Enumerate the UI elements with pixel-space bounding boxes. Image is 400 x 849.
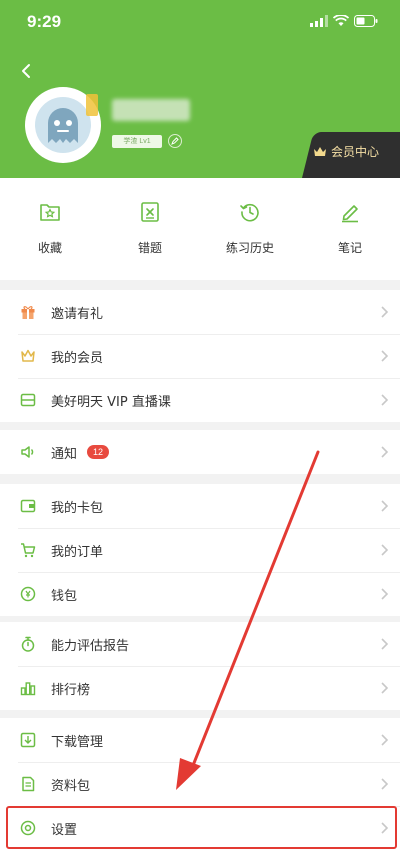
bar-chart-icon [20,680,36,696]
shortcut-label: 笔记 [337,241,362,255]
chevron-right-icon [381,588,389,600]
level-badge: 学渣 Lv1 [112,135,162,148]
chevron-right-icon [381,822,389,834]
menu-item-notifications[interactable]: 通知 12 [0,430,400,474]
chevron-right-icon [381,734,389,746]
signal-icon [310,15,328,27]
chevron-right-icon [381,544,389,556]
crown-icon [314,146,326,156]
shortcut-wrong-questions[interactable]: 错题 [100,178,200,280]
menu-item-label: 我的会员 [51,350,104,366]
wallet-coin-icon [20,586,36,602]
menu-item-settings[interactable]: 设置 [0,806,400,849]
shortcut-notes[interactable]: 笔记 [300,178,400,280]
menu-item-download-manager[interactable]: 下载管理 [0,718,400,762]
download-icon [20,732,36,748]
menu-item-label: 排行榜 [51,682,91,698]
notification-count-badge: 12 [87,445,110,459]
status-time: 9:29 [27,12,62,31]
menu-group-downloads: 下载管理 资料包 设置 [0,718,400,849]
star-folder-icon [37,199,63,225]
menu-group-payments: 我的卡包 我的订单 钱包 [0,484,400,616]
profile-header: 9:29 学渣 Lv1 会员中心 [0,0,400,178]
chevron-right-icon [381,682,389,694]
live-class-icon [20,392,36,408]
history-icon [237,199,263,225]
menu-item-wallet[interactable]: 钱包 [0,572,400,616]
menu-item-label: 下载管理 [51,734,104,750]
chevron-left-icon [22,64,30,78]
chevron-right-icon [381,778,389,790]
chevron-right-icon [381,350,389,362]
card-wallet-icon [20,498,36,514]
menu-item-label: 能力评估报告 [51,638,130,654]
status-icons [310,14,378,28]
chevron-right-icon [381,638,389,650]
edit-profile-icon[interactable] [168,134,182,148]
shortcut-favorites[interactable]: 收藏 [0,178,100,280]
menu-item-label: 通知 [51,446,78,462]
crown-icon [20,348,36,364]
shortcut-bar: 收藏 错题 练习历史 笔记 [0,178,400,280]
menu-group-ability: 能力评估报告 排行榜 [0,622,400,710]
username-blurred [112,99,190,121]
wrong-question-icon [137,199,163,225]
shortcut-label: 错题 [137,241,162,255]
menu-group-notifications: 通知 12 [0,430,400,474]
menu-item-label: 我的订单 [51,544,104,560]
menu-item-ability-report[interactable]: 能力评估报告 [0,622,400,666]
settings-icon [20,820,36,836]
chevron-right-icon [381,394,389,406]
menu-item-materials-pack[interactable]: 资料包 [0,762,400,806]
avatar-decoration [86,94,98,116]
shortcut-label: 收藏 [37,241,62,255]
pen-icon [337,199,363,225]
menu-item-vip-live-class[interactable]: 美好明天 VIP 直播课 [0,378,400,422]
menu-item-label: 美好明天 VIP 直播课 [51,394,171,410]
shortcut-label: 练习历史 [225,241,274,255]
cart-icon [20,542,36,558]
menu-item-label: 钱包 [51,588,78,604]
speaker-icon [20,444,36,460]
stopwatch-icon [20,636,36,652]
chevron-right-icon [381,500,389,512]
document-pack-icon [20,776,36,792]
chevron-right-icon [381,446,389,458]
menu-item-my-membership[interactable]: 我的会员 [0,334,400,378]
chevron-right-icon [381,306,389,318]
vip-center-button[interactable]: 会员中心 [313,143,379,160]
menu-item-my-orders[interactable]: 我的订单 [0,528,400,572]
menu-group-promotions: 邀请有礼 我的会员 美好明天 VIP 直播课 [0,290,400,422]
vip-center-label: 会员中心 [331,145,380,159]
wifi-icon [333,15,349,26]
menu-item-label: 设置 [51,822,78,838]
menu-item-label: 邀请有礼 [51,306,104,322]
battery-icon [354,15,378,27]
menu-item-card-wallet[interactable]: 我的卡包 [0,484,400,528]
menu-item-label: 资料包 [51,778,91,794]
back-button[interactable] [14,58,38,84]
gift-icon [20,304,36,320]
menu-item-invite-gift[interactable]: 邀请有礼 [0,290,400,334]
menu-item-leaderboard[interactable]: 排行榜 [0,666,400,710]
ghost-avatar-icon [35,97,91,153]
menu-item-label: 我的卡包 [51,500,104,516]
shortcut-practice-history[interactable]: 练习历史 [200,178,300,280]
